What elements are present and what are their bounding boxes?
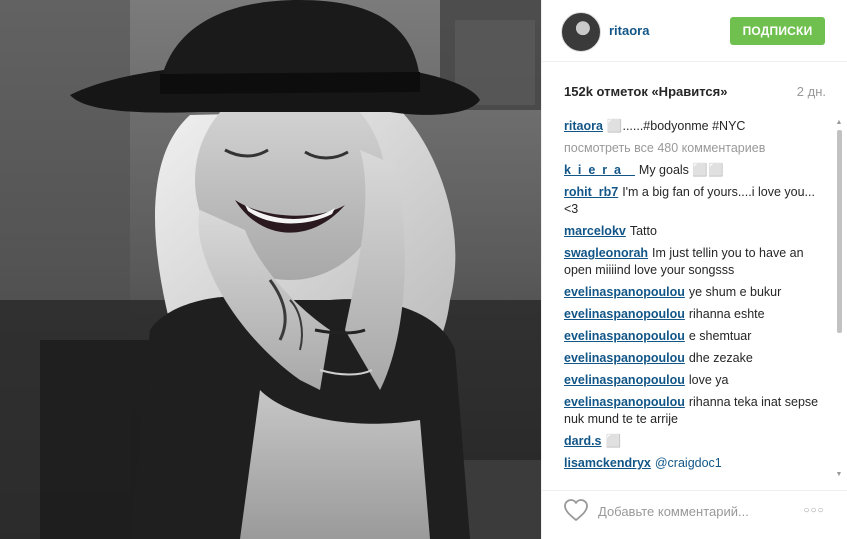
comment-rows: k_i_e_r_a__ My goals ⬜⬜ rohit_rb7 I'm a big…: [564, 162, 828, 472]
comment-mention-link[interactable]: @craigdoc1: [655, 456, 722, 470]
post-photo-illustration: [0, 0, 541, 539]
comment-author[interactable]: dard.s: [564, 434, 602, 448]
comment-row: lisamckendryx @craigdoc1: [564, 455, 828, 472]
comment-row: evelinaspanopoulou love ya: [564, 372, 828, 389]
comment-row: k_i_e_r_a__ My goals ⬜⬜: [564, 162, 828, 179]
comments-panel[interactable]: ritaora ⬜......#bodyonme #NYC посмотреть …: [564, 118, 828, 480]
post-time[interactable]: 2 дн.: [797, 84, 826, 99]
comment-text: e shemtuar: [688, 329, 752, 343]
comment-author[interactable]: swagleonorah: [564, 246, 648, 260]
like-button[interactable]: [562, 498, 590, 524]
comment-row: evelinaspanopoulou dhe zezake: [564, 350, 828, 367]
comment-author[interactable]: lisamckendryx: [564, 456, 651, 470]
comment-text: My goals ⬜⬜: [638, 163, 724, 177]
post-header: ritaora ПОДПИСКИ: [542, 0, 847, 62]
comment-text: ye shum e bukur: [688, 285, 782, 299]
view-all-comments-link[interactable]: посмотреть все 480 комментариев: [564, 140, 828, 157]
post-sidebar: ritaora ПОДПИСКИ 152k отметок «Нравится»…: [541, 0, 847, 539]
scroll-thumb[interactable]: [837, 130, 842, 333]
add-comment-input[interactable]: [598, 499, 768, 523]
comments-scrollbar[interactable]: ▲ ▼: [834, 118, 844, 480]
comment-row: swagleonorah Im just tellin you to have a…: [564, 245, 828, 279]
comment-text: dhe zezake: [688, 351, 753, 365]
post-meta: 152k отметок «Нравится» 2 дн.: [564, 84, 826, 102]
comment-row: evelinaspanopoulou ye shum e bukur: [564, 284, 828, 301]
username-link[interactable]: ritaora: [609, 23, 649, 38]
comment-text: love ya: [688, 373, 729, 387]
comment-author[interactable]: evelinaspanopoulou: [564, 373, 685, 387]
heart-outline-icon: [564, 499, 588, 521]
comment-author[interactable]: marcelokv: [564, 224, 626, 238]
more-options-button[interactable]: ○○○: [800, 501, 828, 521]
more-options-icon: ○○○: [803, 505, 825, 516]
follow-button[interactable]: ПОДПИСКИ: [730, 17, 825, 45]
scroll-down-arrow-icon[interactable]: ▼: [834, 470, 844, 480]
comment-author[interactable]: ritaora: [564, 119, 603, 133]
comments-list: ritaora ⬜......#bodyonme #NYC посмотреть …: [564, 118, 828, 157]
comment-author[interactable]: evelinaspanopoulou: [564, 351, 685, 365]
comment-author[interactable]: k_i_e_r_a__: [564, 163, 635, 177]
scroll-track[interactable]: [837, 130, 842, 468]
comment-author[interactable]: evelinaspanopoulou: [564, 285, 685, 299]
comment-text: rihanna eshte: [688, 307, 765, 321]
comment-row: evelinaspanopoulou e shemtuar: [564, 328, 828, 345]
comment-row: marcelokv Tatto: [564, 223, 828, 240]
comment-text: ⬜: [605, 434, 622, 448]
comment-author[interactable]: evelinaspanopoulou: [564, 307, 685, 321]
comment-author[interactable]: evelinaspanopoulou: [564, 395, 685, 409]
comment-row: dard.s ⬜: [564, 433, 828, 450]
comment-row: rohit_rb7 I'm a big fan of yours....i lov…: [564, 184, 828, 218]
comment-row: evelinaspanopoulou rihanna eshte: [564, 306, 828, 323]
caption: ritaora ⬜......#bodyonme #NYC: [564, 118, 828, 135]
avatar[interactable]: [561, 12, 601, 52]
post-photo[interactable]: [0, 0, 541, 539]
comment-bar: ○○○: [542, 490, 847, 539]
comment-author[interactable]: rohit_rb7: [564, 185, 618, 199]
caption-text: ⬜......#bodyonme #NYC: [606, 119, 746, 133]
likes-count[interactable]: 152k отметок «Нравится»: [564, 84, 727, 99]
scroll-up-arrow-icon[interactable]: ▲: [834, 118, 844, 128]
comment-text: Tatto: [629, 224, 657, 238]
comment-author[interactable]: evelinaspanopoulou: [564, 329, 685, 343]
comment-row: evelinaspanopoulou rihanna teka inat seps…: [564, 394, 828, 428]
